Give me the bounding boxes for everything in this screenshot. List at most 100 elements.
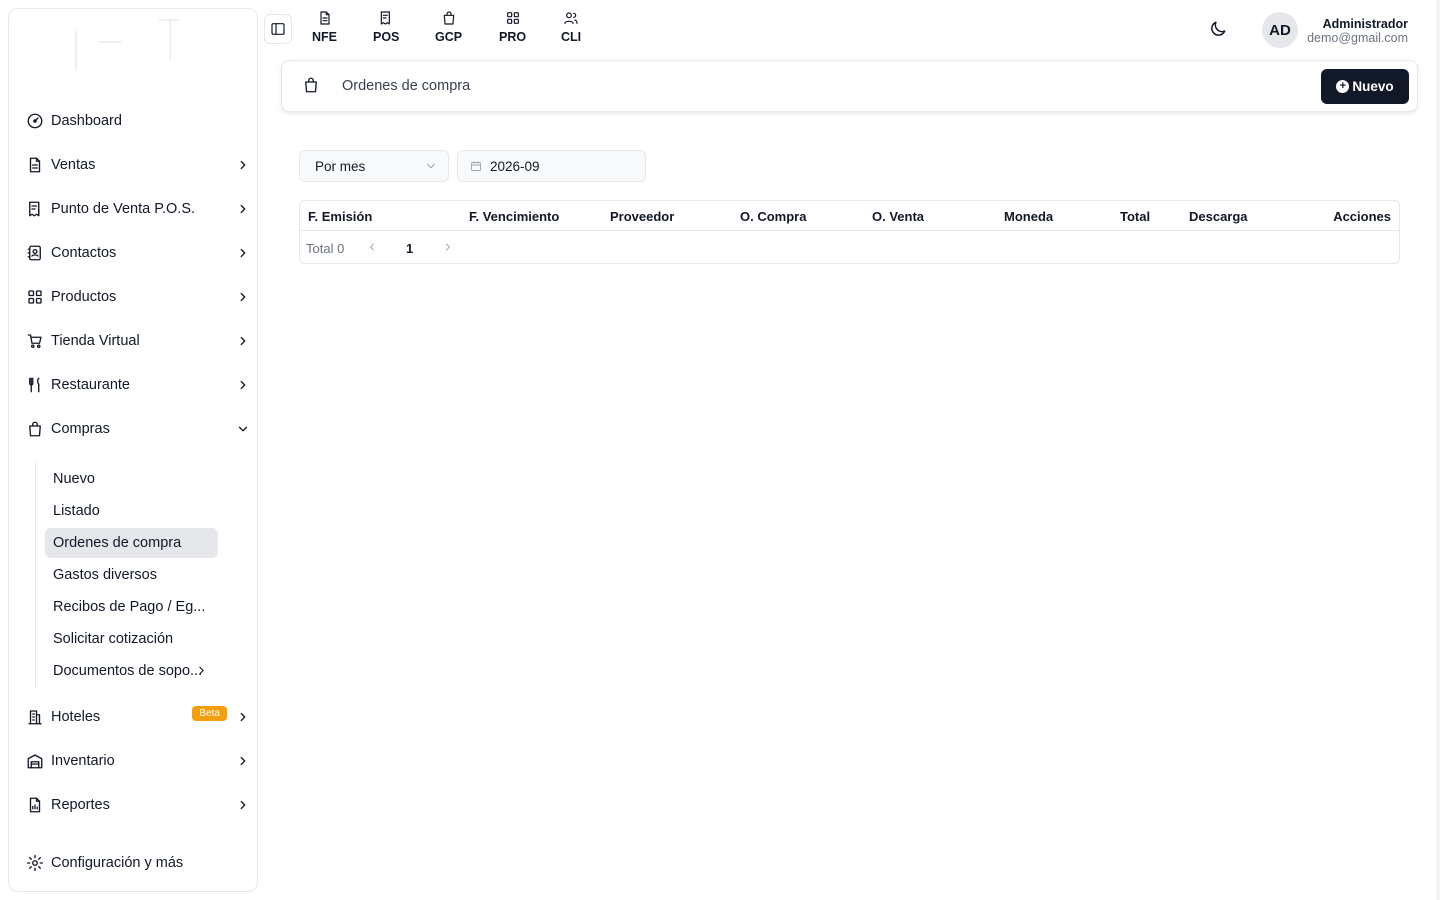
orders-table: F. Emisión F. Vencimiento Proveedor O. C… bbox=[299, 200, 1400, 264]
contact-book-icon bbox=[25, 243, 45, 263]
page-header: Ordenes de compra + Nuevo bbox=[281, 60, 1418, 112]
submenu-item-solicitar-cotizacion[interactable]: Solicitar cotización bbox=[45, 624, 218, 654]
grid-icon bbox=[506, 12, 519, 24]
pagination: Total 0 1 bbox=[300, 232, 1399, 264]
sidebar-item-label: Ventas bbox=[51, 157, 96, 173]
gauge-icon bbox=[25, 111, 45, 131]
chevron-right-icon bbox=[446, 243, 450, 251]
top-link-pos[interactable]: POS bbox=[373, 10, 399, 44]
top-link-nfe[interactable]: NFE bbox=[312, 10, 337, 44]
page-title: Ordenes de compra bbox=[342, 78, 471, 94]
chevron-right-icon bbox=[235, 157, 251, 173]
sidebar-item-label: Reportes bbox=[51, 797, 110, 813]
new-button-label: Nuevo bbox=[1352, 79, 1394, 94]
receipt-icon bbox=[380, 11, 391, 25]
chevron-right-icon bbox=[235, 377, 251, 393]
logo[interactable] bbox=[59, 13, 209, 85]
column-header-acciones[interactable]: Acciones bbox=[1333, 209, 1391, 224]
moon-icon bbox=[1211, 21, 1226, 36]
chevron-right-icon bbox=[235, 333, 251, 349]
building-icon bbox=[25, 707, 45, 727]
utensils-icon bbox=[25, 375, 45, 395]
chevron-left-icon bbox=[370, 243, 374, 251]
users-icon bbox=[564, 12, 578, 24]
warehouse-icon bbox=[25, 751, 45, 771]
sidebar: Dashboard Ventas Punto de Venta P.O.S. C… bbox=[8, 8, 258, 892]
receipt-icon bbox=[25, 199, 45, 219]
top-link-label: GCP bbox=[435, 30, 463, 44]
sidebar-panel-icon bbox=[271, 23, 285, 35]
column-header-proveedor[interactable]: Proveedor bbox=[610, 209, 674, 224]
sidebar-item-reportes[interactable]: Reportes bbox=[25, 789, 251, 821]
submenu-item-listado[interactable]: Listado bbox=[45, 496, 218, 526]
sidebar-item-label: Hoteles bbox=[51, 709, 101, 725]
submenu-item-recibos-de-pago[interactable]: Recibos de Pago / Eg... bbox=[45, 592, 218, 622]
sidebar-item-tienda-virtual[interactable]: Tienda Virtual bbox=[25, 325, 251, 357]
column-header-total[interactable]: Total bbox=[1120, 209, 1150, 224]
period-select-value: Por mes bbox=[315, 158, 366, 174]
sidebar-item-label: Punto de Venta P.O.S. bbox=[51, 201, 196, 217]
scrollbar-track[interactable] bbox=[1436, 0, 1440, 900]
column-header-o-compra[interactable]: O. Compra bbox=[740, 209, 806, 224]
chevron-right-icon bbox=[235, 797, 251, 813]
file-text-icon bbox=[319, 11, 330, 25]
sidebar-item-dashboard[interactable]: Dashboard bbox=[25, 105, 251, 137]
shopping-bag-icon bbox=[443, 11, 454, 25]
plus-circle-icon: + bbox=[1336, 80, 1350, 93]
submenu-item-ordenes-de-compra[interactable]: Ordenes de compra bbox=[45, 528, 218, 558]
report-icon bbox=[25, 795, 45, 815]
sidebar-item-compras[interactable]: Compras bbox=[25, 413, 251, 445]
sidebar-item-contactos[interactable]: Contactos bbox=[25, 237, 251, 269]
new-order-button[interactable]: + Nuevo bbox=[1321, 69, 1409, 104]
submenu-item-nuevo[interactable]: Nuevo bbox=[45, 464, 218, 494]
top-link-label: POS bbox=[373, 30, 400, 44]
sidebar-item-ventas[interactable]: Ventas bbox=[25, 149, 251, 181]
grid-icon bbox=[25, 287, 45, 307]
avatar[interactable]: AD bbox=[1262, 12, 1298, 48]
sidebar-item-hoteles[interactable]: Hoteles Beta bbox=[25, 701, 251, 733]
month-picker[interactable]: 2026-09 bbox=[457, 150, 646, 182]
beta-badge: Beta bbox=[192, 705, 227, 721]
top-link-label: CLI bbox=[561, 30, 582, 44]
top-link-pro[interactable]: PRO bbox=[499, 10, 526, 44]
chevron-down-icon bbox=[235, 421, 251, 437]
sidebar-item-label: Configuración y más bbox=[51, 855, 184, 871]
sidebar-item-pos[interactable]: Punto de Venta P.O.S. bbox=[25, 193, 251, 225]
sidebar-item-productos[interactable]: Productos bbox=[25, 281, 251, 313]
chevron-right-icon bbox=[235, 245, 251, 261]
sidebar-item-inventario[interactable]: Inventario bbox=[25, 745, 251, 777]
gear-icon bbox=[25, 853, 45, 873]
column-header-o-venta[interactable]: O. Venta bbox=[872, 209, 924, 224]
top-link-gcp[interactable]: GCP bbox=[435, 10, 462, 44]
sidebar-item-label: Productos bbox=[51, 289, 117, 305]
submenu-item-documentos-de-soporte[interactable]: Documentos de sopo... bbox=[45, 656, 218, 686]
page-number[interactable]: 1 bbox=[406, 241, 413, 256]
shopping-bag-icon bbox=[302, 76, 320, 94]
user-email: demo@gmail.com bbox=[1307, 31, 1408, 45]
next-page-button[interactable] bbox=[442, 240, 456, 254]
column-header-moneda[interactable]: Moneda bbox=[1004, 209, 1053, 224]
sidebar-item-label: Restaurante bbox=[51, 377, 130, 393]
prev-page-button[interactable] bbox=[366, 240, 380, 254]
period-select[interactable]: Por mes bbox=[299, 150, 449, 182]
sidebar-item-restaurante[interactable]: Restaurante bbox=[25, 369, 251, 401]
compras-submenu: Nuevo Listado Ordenes de compra Gastos d… bbox=[35, 461, 235, 689]
sidebar-toggle-button[interactable] bbox=[264, 14, 292, 44]
column-header-f-vencimiento[interactable]: F. Vencimiento bbox=[469, 209, 559, 224]
chevron-right-icon bbox=[235, 753, 251, 769]
sidebar-item-label: Tienda Virtual bbox=[51, 333, 140, 349]
table-header: F. Emisión F. Vencimiento Proveedor O. C… bbox=[300, 201, 1399, 231]
column-header-f-emision[interactable]: F. Emisión bbox=[308, 209, 372, 224]
top-link-cli[interactable]: CLI bbox=[561, 10, 581, 44]
dark-mode-toggle[interactable] bbox=[1208, 19, 1230, 41]
calendar-icon bbox=[471, 161, 481, 171]
column-header-descarga[interactable]: Descarga bbox=[1189, 209, 1248, 224]
file-text-icon bbox=[25, 155, 45, 175]
submenu-item-gastos-diversos[interactable]: Gastos diversos bbox=[45, 560, 218, 590]
top-link-label: NFE bbox=[312, 30, 337, 44]
chevron-right-icon bbox=[235, 709, 251, 725]
chevron-right-icon bbox=[235, 201, 251, 217]
chevron-right-icon bbox=[235, 289, 251, 305]
sidebar-item-label: Dashboard bbox=[51, 113, 122, 129]
sidebar-item-configuracion[interactable]: Configuración y más bbox=[25, 847, 251, 879]
